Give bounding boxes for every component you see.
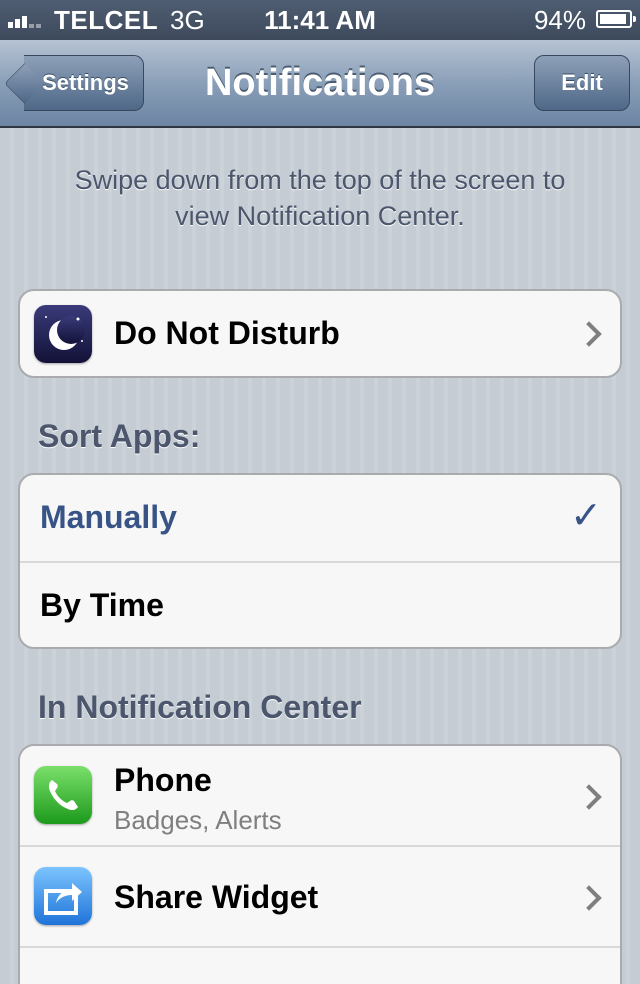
- hint-line-2: view Notification Center.: [175, 201, 465, 231]
- do-not-disturb-row[interactable]: Do Not Disturb: [20, 291, 620, 376]
- notification-center-header: In Notification Center: [38, 689, 362, 725]
- sort-apps-header: Sort Apps:: [38, 418, 201, 454]
- app-share-widget-label: Share Widget: [114, 879, 319, 915]
- chevron-right-icon: [576, 885, 602, 911]
- phone-icon: [34, 766, 92, 824]
- notification-center-apps-group: Phone Badges, Alerts Share Widget: [18, 744, 622, 984]
- share-icon: [34, 867, 92, 925]
- app-phone-detail: Badges, Alerts: [114, 805, 282, 835]
- back-button-label: Settings: [42, 70, 129, 95]
- edit-button[interactable]: Edit: [534, 55, 630, 111]
- settings-back-button[interactable]: Settings: [24, 55, 144, 111]
- hint-line-1: Swipe down from the top of the screen to: [74, 165, 566, 195]
- sort-apps-group: Manually ✓ By Time: [18, 473, 622, 649]
- do-not-disturb-label: Do Not Disturb: [114, 315, 340, 351]
- battery-percent: 94%: [533, 5, 586, 35]
- moon-icon: [34, 305, 92, 363]
- app-row-partial[interactable]: [20, 948, 620, 982]
- checkmark-icon: ✓: [570, 495, 602, 537]
- sort-option-manually[interactable]: Manually ✓: [20, 475, 620, 563]
- app-phone-label: Phone: [114, 762, 212, 798]
- sort-option-by-time-label: By Time: [40, 587, 164, 623]
- chevron-right-icon: [576, 784, 602, 810]
- back-arrow-icon: [4, 55, 44, 111]
- app-row-phone[interactable]: Phone Badges, Alerts: [20, 746, 620, 847]
- do-not-disturb-group: Do Not Disturb: [18, 289, 622, 378]
- chevron-right-icon: [576, 321, 602, 347]
- app-row-share-widget[interactable]: Share Widget: [20, 847, 620, 948]
- notification-center-hint: Swipe down from the top of the screen to…: [20, 162, 620, 234]
- status-bar: TELCEL 3G 11:41 AM 94%: [0, 0, 640, 40]
- sort-option-manually-label: Manually: [40, 499, 177, 535]
- sort-option-by-time[interactable]: By Time: [20, 563, 620, 647]
- navigation-bar: Notifications Settings Edit: [0, 40, 640, 128]
- battery-icon: [596, 10, 636, 28]
